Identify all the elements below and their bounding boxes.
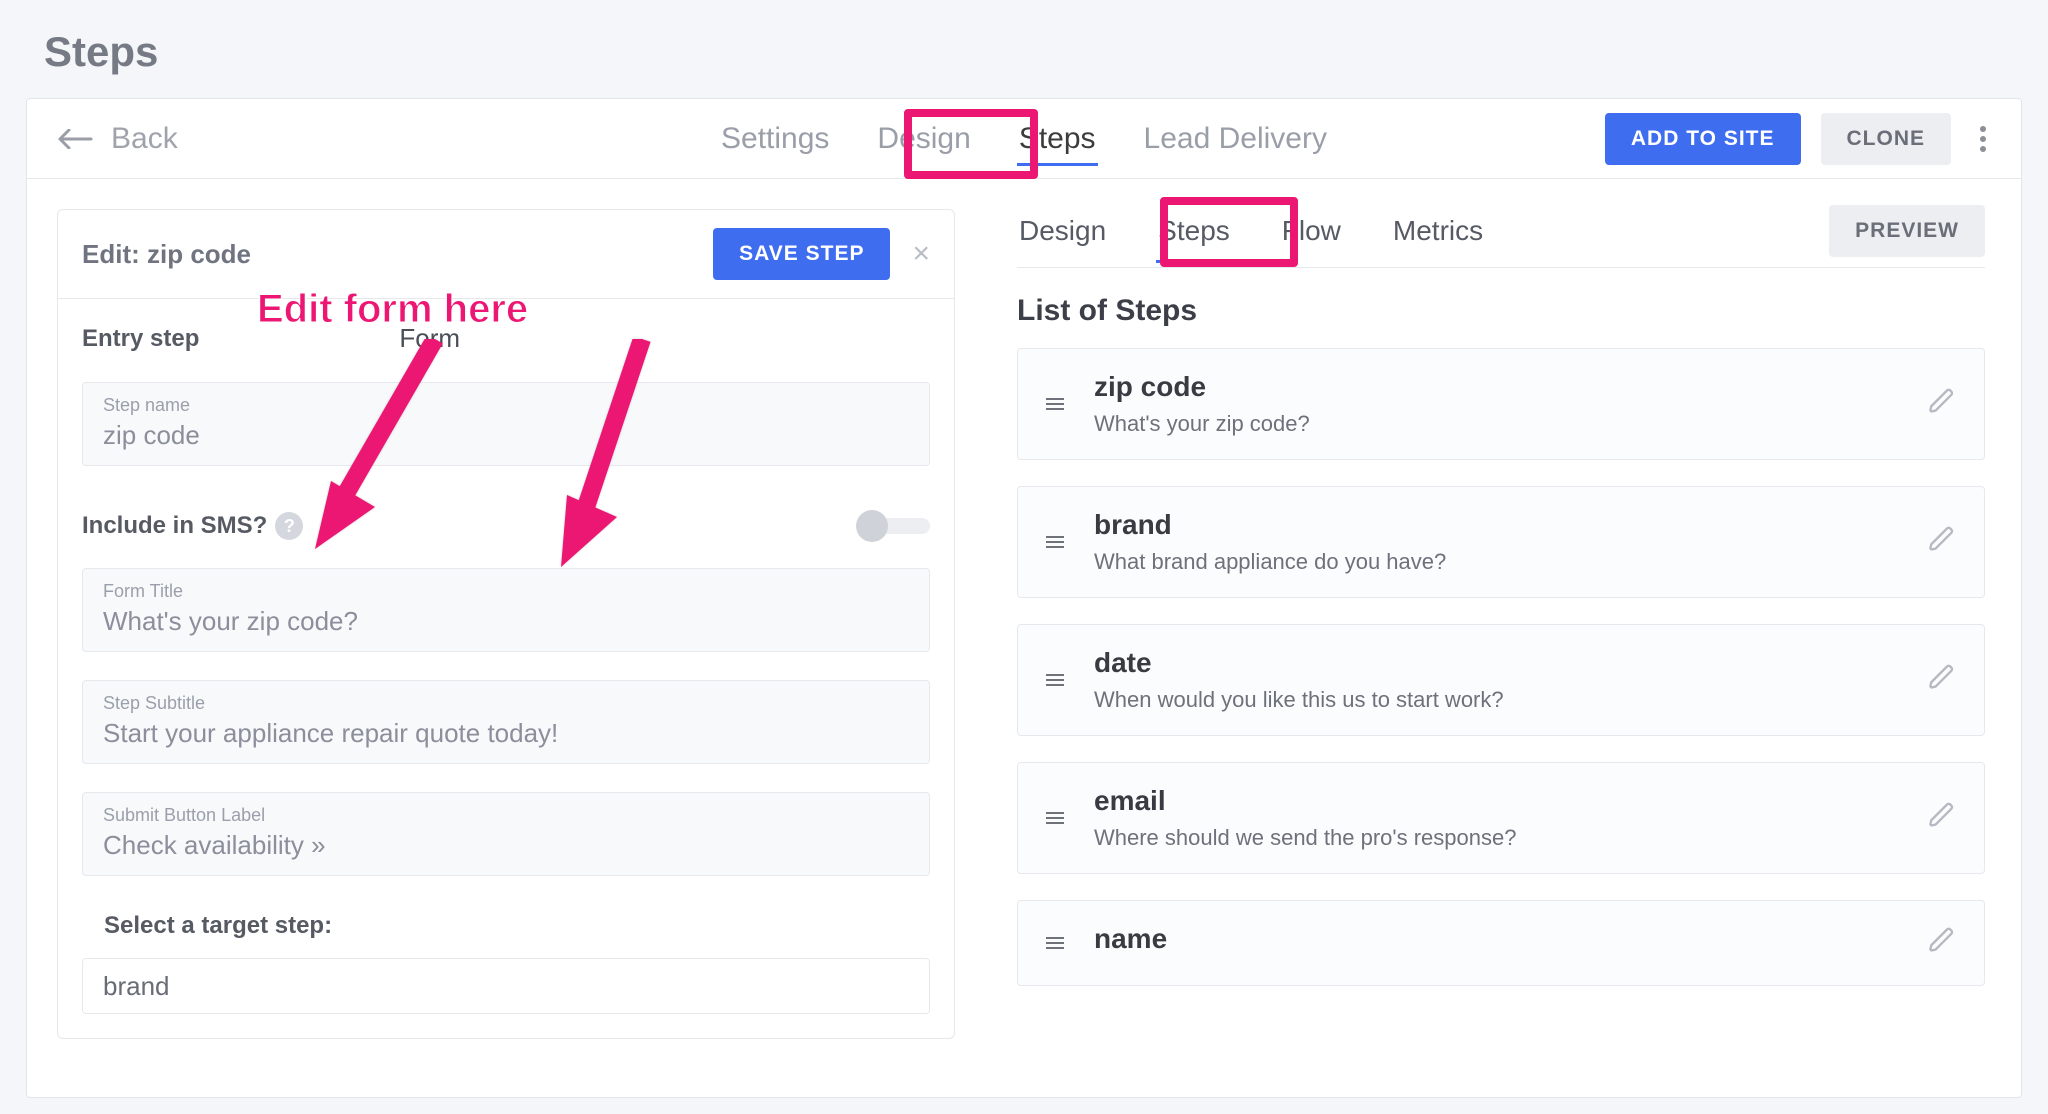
step-name: zip code (1094, 371, 1898, 403)
back-button[interactable]: Back (57, 122, 178, 156)
clone-button[interactable]: CLONE (1821, 113, 1952, 165)
subtab-metrics[interactable]: Metrics (1391, 209, 1485, 253)
step-text: name (1094, 923, 1898, 963)
subtitle-input[interactable] (103, 718, 909, 749)
form-type-chip: Form (399, 323, 460, 354)
submit-label-field[interactable]: Submit Button Label (82, 792, 930, 876)
step-name: date (1094, 647, 1898, 679)
list-of-steps-title: List of Steps (1017, 294, 1985, 328)
subtab-steps[interactable]: Steps (1156, 209, 1232, 253)
form-title-field[interactable]: Form Title (82, 568, 930, 652)
edit-pencil-icon[interactable] (1928, 663, 1956, 698)
edit-panel: Edit: zip code SAVE STEP × Entry step Fo… (57, 209, 955, 1039)
step-text: email Where should we send the pro's resp… (1094, 785, 1898, 851)
form-title-label: Form Title (103, 581, 909, 602)
entry-step-label: Entry step (82, 325, 199, 353)
top-bar: Back Settings Design Steps Lead Delivery… (27, 99, 2021, 179)
edit-pencil-icon[interactable] (1928, 525, 1956, 560)
edit-panel-title: Edit: zip code (82, 239, 251, 270)
add-to-site-button[interactable]: ADD TO SITE (1605, 113, 1801, 165)
step-text: date When would you like this us to start… (1094, 647, 1898, 713)
body: Edit: zip code SAVE STEP × Entry step Fo… (27, 179, 2021, 1097)
step-card[interactable]: name (1017, 900, 1985, 986)
tab-lead-delivery[interactable]: Lead Delivery (1142, 116, 1329, 162)
close-icon[interactable]: × (912, 239, 930, 269)
include-sms-row: Include in SMS? ? (82, 512, 930, 540)
step-name-input[interactable] (103, 420, 909, 451)
step-name-field[interactable]: Step name (82, 382, 930, 466)
step-card[interactable]: date When would you like this us to start… (1017, 624, 1985, 736)
step-subtitle: Where should we send the pro's response? (1094, 825, 1898, 851)
edit-panel-body: Entry step Form Step name Include in SMS… (58, 299, 954, 1038)
edit-pencil-icon[interactable] (1928, 801, 1956, 836)
help-icon[interactable]: ? (275, 512, 303, 540)
step-text: brand What brand appliance do you have? (1094, 509, 1898, 575)
main-panel: Back Settings Design Steps Lead Delivery… (26, 98, 2022, 1098)
preview-button[interactable]: PREVIEW (1829, 205, 1985, 257)
target-step-select[interactable]: brand (82, 958, 930, 1014)
edit-pencil-icon[interactable] (1928, 387, 1956, 422)
subtitle-field[interactable]: Step Subtitle (82, 680, 930, 764)
step-name: email (1094, 785, 1898, 817)
step-card[interactable]: brand What brand appliance do you have? (1017, 486, 1985, 598)
drag-handle-icon[interactable] (1046, 536, 1064, 548)
more-menu-icon[interactable] (1971, 120, 1995, 158)
save-step-button[interactable]: SAVE STEP (713, 228, 890, 280)
step-name-label: Step name (103, 395, 909, 416)
include-sms-toggle[interactable] (858, 518, 930, 534)
tab-design[interactable]: Design (875, 116, 972, 162)
drag-handle-icon[interactable] (1046, 937, 1064, 949)
tab-settings[interactable]: Settings (719, 116, 831, 162)
tab-steps[interactable]: Steps (1017, 116, 1098, 162)
subtab-design[interactable]: Design (1017, 209, 1108, 253)
sub-tabs: Design Steps Flow Metrics PREVIEW (1017, 205, 1985, 268)
select-target-label: Select a target step: (104, 912, 930, 940)
subtab-flow[interactable]: Flow (1280, 209, 1343, 253)
form-title-input[interactable] (103, 606, 909, 637)
step-subtitle: What brand appliance do you have? (1094, 549, 1898, 575)
step-name: name (1094, 923, 1898, 955)
top-actions: ADD TO SITE CLONE (1605, 113, 2001, 165)
right-column: Design Steps Flow Metrics PREVIEW List o… (987, 179, 2021, 1097)
back-label: Back (111, 122, 178, 156)
page-title: Steps (0, 0, 2048, 98)
target-step-value: brand (103, 971, 170, 1002)
subtitle-label: Step Subtitle (103, 693, 909, 714)
step-subtitle: What's your zip code? (1094, 411, 1898, 437)
submit-label-label: Submit Button Label (103, 805, 909, 826)
edit-pencil-icon[interactable] (1928, 926, 1956, 961)
drag-handle-icon[interactable] (1046, 674, 1064, 686)
step-card[interactable]: zip code What's your zip code? (1017, 348, 1985, 460)
step-list: zip code What's your zip code? brand What b… (1017, 348, 1985, 986)
left-column: Edit: zip code SAVE STEP × Entry step Fo… (27, 179, 987, 1097)
step-subtitle: When would you like this us to start wor… (1094, 687, 1898, 713)
edit-panel-header: Edit: zip code SAVE STEP × (58, 210, 954, 299)
submit-label-input[interactable] (103, 830, 909, 861)
include-sms-label: Include in SMS? (82, 512, 267, 540)
step-card[interactable]: email Where should we send the pro's resp… (1017, 762, 1985, 874)
step-name: brand (1094, 509, 1898, 541)
arrow-left-icon (57, 129, 93, 149)
drag-handle-icon[interactable] (1046, 398, 1064, 410)
step-text: zip code What's your zip code? (1094, 371, 1898, 437)
drag-handle-icon[interactable] (1046, 812, 1064, 824)
